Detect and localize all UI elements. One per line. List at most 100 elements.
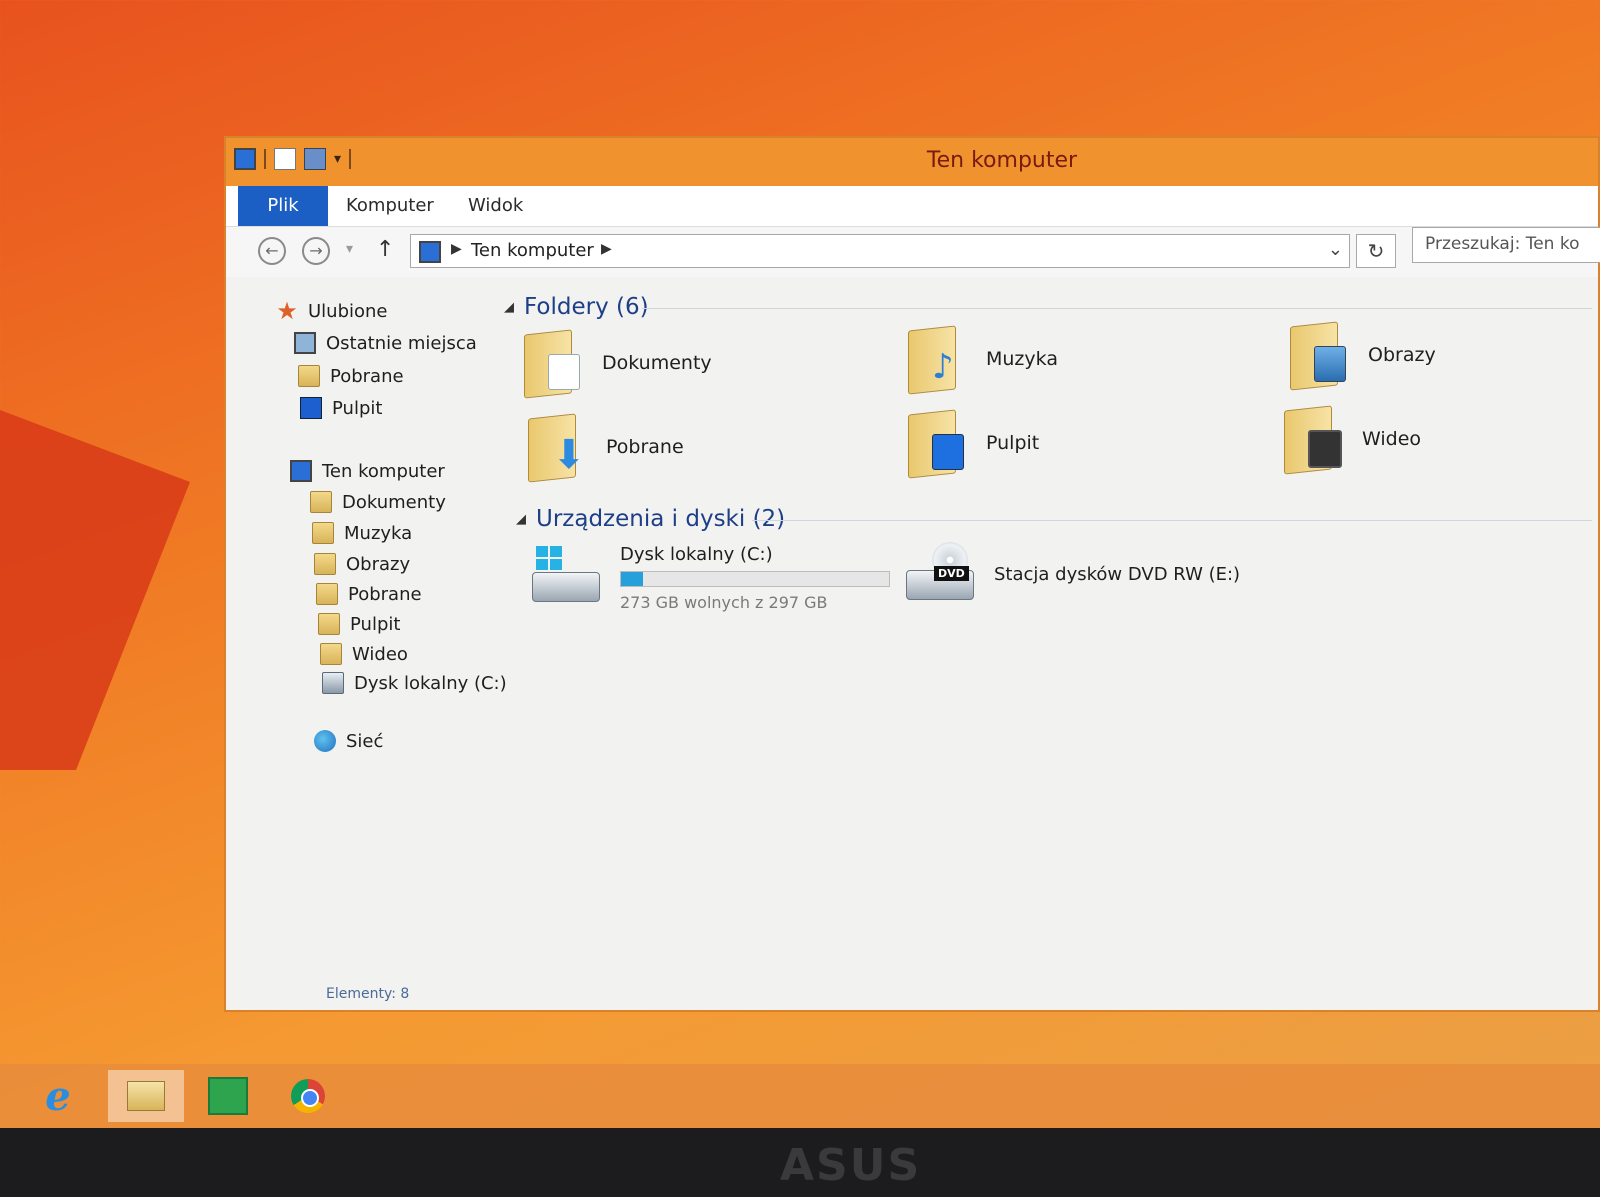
content-pane: ◢ Foldery (6) Dokumenty ♪ Muzyka Obrazy … [502, 280, 1598, 976]
refresh-button[interactable]: ↻ [1356, 234, 1396, 268]
drive-usage-fill [621, 572, 643, 586]
documents-folder-icon [310, 491, 332, 513]
music-folder-icon: ♪ [908, 325, 964, 395]
tab-computer[interactable]: Komputer [346, 186, 434, 226]
explorer-window: ▾ Ten komputer Plik Komputer Widok ← → ▾… [224, 136, 1600, 1012]
folder-tile-music[interactable]: ♪ Muzyka [908, 325, 1058, 395]
sidebar-item-documents[interactable]: Dokumenty [310, 491, 446, 513]
navigation-pane: ★ Ulubione Ostatnie miejsca Pobrane Pulp… [226, 280, 507, 1010]
folder-tile-pictures[interactable]: Obrazy [1290, 321, 1436, 391]
address-toolbar: ← → ▾ ↑ ▶ Ten komputer ▶ ⌄ ↻ Przeszukaj:… [226, 227, 1600, 277]
title-bar[interactable]: ▾ Ten komputer [226, 138, 1598, 186]
folder-tile-desktop[interactable]: Pulpit [908, 409, 1040, 479]
sidebar-item-favorites[interactable]: ★ Ulubione [276, 299, 388, 323]
forward-button[interactable]: → [302, 237, 330, 265]
sidebar-item-label: Muzyka [344, 522, 413, 544]
folders-group-header[interactable]: ◢ Foldery (6) [504, 294, 649, 320]
sidebar-item-label: Ten komputer [322, 460, 445, 482]
desktop-folder-icon [908, 409, 964, 479]
sidebar-item-downloads[interactable]: Pobrane [298, 365, 404, 387]
sidebar-item-recent-places[interactable]: Ostatnie miejsca [294, 332, 477, 354]
sidebar-item-this-pc[interactable]: Ten komputer [278, 454, 485, 488]
address-bar[interactable]: ▶ Ten komputer ▶ ⌄ [410, 234, 1350, 268]
collapse-triangle-icon[interactable]: ◢ [504, 300, 514, 315]
window-title: Ten komputer [926, 148, 1078, 173]
sidebar-item-desktop-pc[interactable]: Pulpit [318, 613, 400, 635]
chrome-icon [291, 1079, 325, 1113]
store-icon [208, 1077, 248, 1115]
search-input[interactable]: Przeszukaj: Ten ko [1412, 227, 1600, 263]
group-title: Foldery (6) [524, 294, 649, 320]
folder-label: Muzyka [986, 348, 1058, 370]
desktop-folder-icon [318, 613, 340, 635]
sidebar-item-label: Pulpit [350, 613, 401, 635]
downloads-folder-icon [298, 365, 320, 387]
computer-icon [419, 241, 441, 263]
windows-drive-icon [532, 544, 602, 604]
up-arrow-icon[interactable]: ↑ [376, 237, 394, 262]
breadcrumb-separator-icon[interactable]: ▶ [451, 241, 462, 257]
sidebar-item-label: Dokumenty [342, 491, 446, 513]
devices-group-header[interactable]: ◢ Urządzenia i dyski (2) [516, 506, 785, 532]
sidebar-item-pictures[interactable]: Obrazy [314, 553, 410, 575]
folder-label: Obrazy [1368, 344, 1436, 366]
folder-tile-videos[interactable]: Wideo [1284, 405, 1422, 475]
downloads-folder-icon: ⬇ [528, 413, 586, 483]
taskbar-internet-explorer[interactable]: e [30, 1070, 86, 1122]
sidebar-item-label: Ostatnie miejsca [326, 332, 477, 354]
local-disk-icon [322, 672, 344, 694]
breadcrumb[interactable]: Ten komputer [471, 240, 594, 261]
drive-tile-dvd[interactable]: DVD Stacja dysków DVD RW (E:) [906, 542, 1240, 602]
brand-logo: ASUS [780, 1140, 922, 1191]
taskbar-chrome[interactable] [280, 1070, 336, 1122]
sidebar-item-label: Wideo [352, 643, 408, 665]
videos-folder-icon [320, 643, 342, 665]
folder-label: Pobrane [606, 436, 684, 458]
drive-name: Stacja dysków DVD RW (E:) [994, 564, 1241, 585]
music-folder-icon [312, 522, 334, 544]
pictures-folder-icon [1290, 321, 1346, 391]
sidebar-item-network[interactable]: Sieć [314, 730, 383, 752]
group-title: Urządzenia i dyski (2) [536, 506, 786, 532]
back-button[interactable]: ← [258, 237, 286, 265]
folder-tile-documents[interactable]: Dokumenty [524, 329, 712, 399]
documents-folder-icon [524, 329, 580, 399]
folder-tile-downloads[interactable]: ⬇ Pobrane [528, 413, 684, 483]
tab-file[interactable]: Plik [238, 186, 328, 226]
folder-label: Dokumenty [602, 352, 712, 374]
group-divider [752, 520, 1592, 521]
sidebar-item-label: Dysk lokalny (C:) [354, 672, 507, 694]
sidebar-item-videos[interactable]: Wideo [320, 643, 408, 665]
sidebar-item-desktop[interactable]: Pulpit [300, 397, 382, 419]
sidebar-item-label: Pobrane [330, 365, 404, 387]
taskbar-store[interactable] [200, 1070, 256, 1122]
sidebar-item-downloads-pc[interactable]: Pobrane [316, 583, 422, 605]
downloads-folder-icon [316, 583, 338, 605]
internet-explorer-icon: e [45, 1072, 71, 1120]
videos-folder-icon [1284, 405, 1342, 475]
folder-label: Wideo [1362, 428, 1422, 450]
recent-locations-chevron-icon[interactable]: ▾ [346, 241, 353, 257]
drive-tile-local-disk[interactable]: Dysk lokalny (C:) 273 GB wolnych z 297 G… [532, 544, 890, 612]
chevron-down-icon[interactable]: ⌄ [1328, 239, 1343, 260]
wallpaper-shape [0, 410, 190, 770]
network-icon [314, 730, 336, 752]
taskbar: e [0, 1064, 1600, 1128]
desktop-icon [300, 397, 322, 419]
sidebar-item-music[interactable]: Muzyka [312, 522, 412, 544]
ribbon-tabs: Plik Komputer Widok [226, 186, 1598, 227]
taskbar-file-explorer[interactable] [108, 1070, 184, 1122]
folder-label: Pulpit [986, 432, 1040, 454]
sidebar-item-label: Ulubione [308, 300, 388, 322]
collapse-triangle-icon[interactable]: ◢ [516, 512, 526, 527]
sidebar-item-label: Obrazy [346, 553, 411, 575]
group-divider [642, 308, 1592, 309]
recent-places-icon [294, 332, 316, 354]
drive-usage-bar [620, 571, 890, 587]
drive-name: Dysk lokalny (C:) [620, 544, 773, 565]
breadcrumb-separator-icon[interactable]: ▶ [601, 241, 612, 257]
file-explorer-icon [127, 1081, 165, 1111]
sidebar-item-local-disk[interactable]: Dysk lokalny (C:) [322, 672, 507, 694]
tab-view[interactable]: Widok [468, 186, 523, 226]
sidebar-item-label: Pobrane [348, 583, 422, 605]
